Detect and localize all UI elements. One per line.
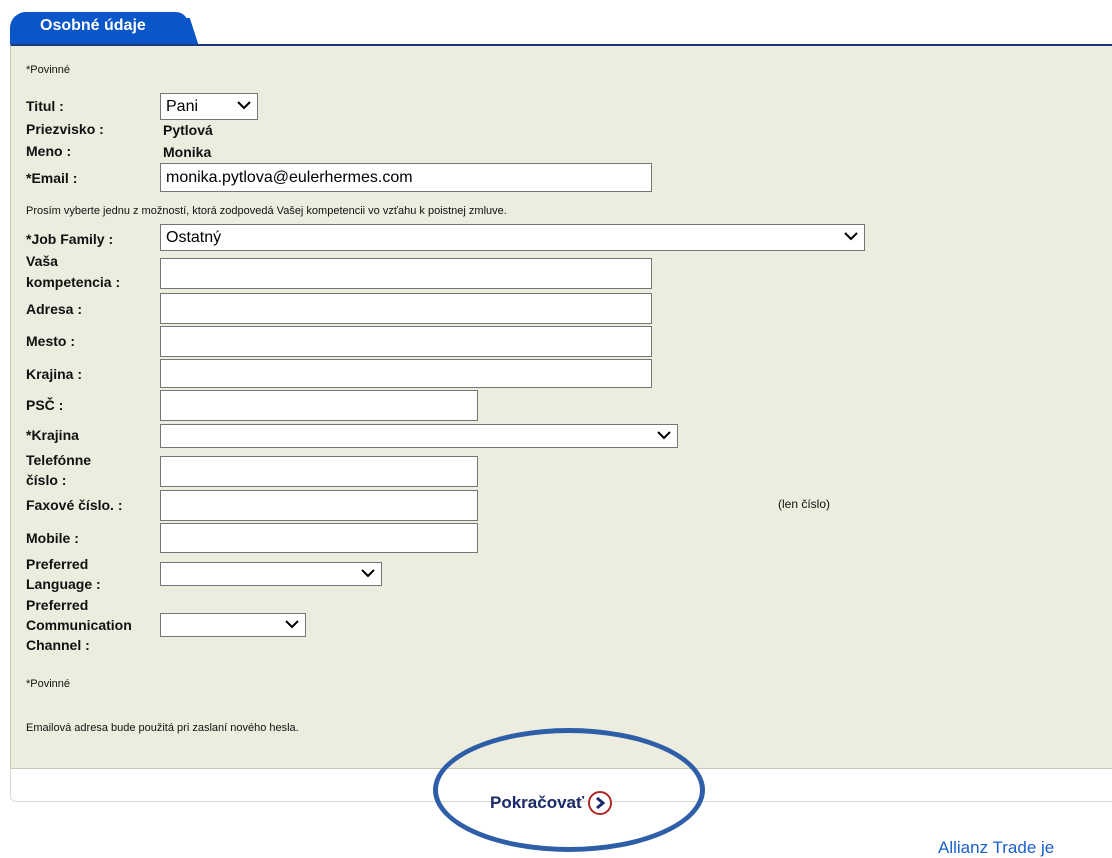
job-family-select-value: Ostatný	[166, 229, 222, 246]
kompetencia-label-1: Vaša	[26, 253, 58, 269]
fax-hint: (len číslo)	[778, 497, 831, 511]
channel-select[interactable]	[160, 613, 306, 637]
psc-label: PSČ :	[26, 397, 64, 413]
email-field-value: monika.pytlova@eulerhermes.com	[166, 169, 413, 186]
priezvisko-value: Pytlová	[163, 122, 213, 138]
language-label-2: Language :	[26, 576, 101, 592]
krajina-select-label: *Krajina	[26, 427, 79, 443]
telefon-label-1: Telefónne	[26, 452, 92, 468]
language-select[interactable]	[160, 562, 382, 586]
mobile-input[interactable]	[160, 523, 478, 553]
footer-link[interactable]: Allianz Trade je	[938, 838, 1054, 858]
job-family-select[interactable]: Ostatný	[160, 224, 865, 251]
channel-label-1: Preferred	[26, 597, 89, 613]
chevron-down-icon	[237, 94, 251, 110]
channel-label-2: Communication	[26, 617, 132, 633]
titul-select[interactable]: Pani	[160, 93, 258, 120]
mesto-label: Mesto :	[26, 333, 75, 349]
tab-osobne-udaje[interactable]: Osobné údaje	[10, 12, 188, 44]
highlight-ellipse	[433, 728, 705, 852]
language-label-1: Preferred	[26, 556, 89, 572]
email-field[interactable]: monika.pytlova@eulerhermes.com	[160, 163, 652, 192]
chevron-down-icon	[361, 563, 375, 578]
required-note-top: *Povinné	[26, 64, 71, 76]
titul-select-value: Pani	[166, 98, 199, 115]
email-label: *Email :	[26, 170, 78, 186]
kompetencia-input[interactable]	[160, 258, 652, 289]
adresa-label: Adresa :	[26, 301, 83, 317]
mesto-input[interactable]	[160, 326, 652, 357]
psc-input[interactable]	[160, 390, 478, 421]
job-instruction: Prosím vyberte jednu z možností, ktorá z…	[26, 205, 507, 217]
fax-input[interactable]	[160, 490, 478, 521]
meno-label: Meno :	[26, 143, 72, 159]
telefon-input[interactable]	[160, 456, 478, 487]
job-family-label: *Job Family :	[26, 231, 114, 247]
priezvisko-label: Priezvisko :	[26, 121, 104, 137]
required-note-bottom: *Povinné	[26, 678, 71, 690]
krajina-text-label: Krajina :	[26, 366, 83, 382]
kompetencia-label-2: kompetencia :	[26, 274, 121, 290]
chevron-down-icon	[844, 225, 858, 241]
krajina-text-input[interactable]	[160, 359, 652, 388]
krajina-select[interactable]	[160, 424, 678, 448]
adresa-input[interactable]	[160, 293, 652, 324]
email-note: Emailová adresa bude použitá pri zaslaní…	[26, 722, 299, 734]
tab-label: Osobné údaje	[40, 17, 146, 34]
meno-value: Monika	[163, 144, 212, 160]
fax-label: Faxové číslo. :	[26, 497, 123, 513]
mobile-label: Mobile :	[26, 530, 79, 546]
chevron-down-icon	[285, 614, 299, 629]
chevron-down-icon	[657, 425, 671, 440]
titul-label: Titul :	[26, 98, 64, 114]
telefon-label-2: číslo :	[26, 472, 67, 488]
channel-label-3: Channel :	[26, 637, 90, 653]
